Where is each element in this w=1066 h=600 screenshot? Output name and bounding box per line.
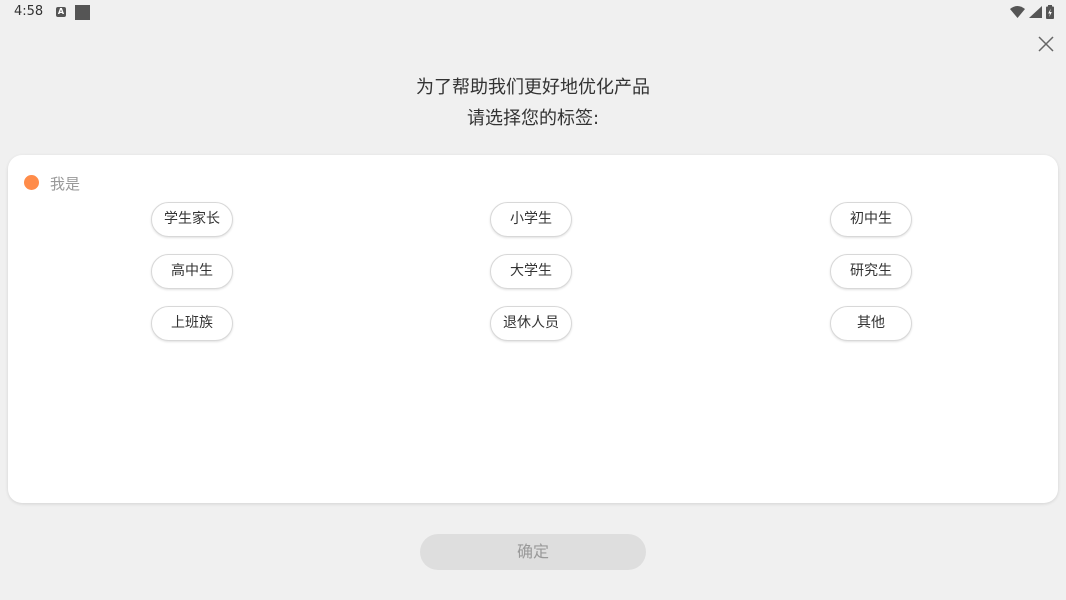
tag-option-retiree[interactable]: 退休人员 [490,306,572,341]
tag-option-graduate-student[interactable]: 研究生 [830,254,912,289]
survey-heading: 为了帮助我们更好地优化产品 请选择您的标签: [0,72,1066,134]
a-notification-icon: A [56,7,66,17]
status-bar: 4:58 A [0,0,1066,24]
tag-option-parent[interactable]: 学生家长 [151,202,233,237]
close-button[interactable] [1036,34,1056,54]
tag-option-other[interactable]: 其他 [830,306,912,341]
status-right-icons [1010,5,1054,19]
tag-option-middle-school-student[interactable]: 初中生 [830,202,912,237]
wifi-icon [1010,6,1025,18]
tag-option-office-worker[interactable]: 上班族 [151,306,233,341]
tag-option-high-school-student[interactable]: 高中生 [151,254,233,289]
section-label: 我是 [50,175,81,193]
square-notification-icon [75,5,90,20]
heading-line-1: 为了帮助我们更好地优化产品 [416,77,650,98]
confirm-button[interactable]: 确定 [420,534,646,570]
battery-icon [1046,5,1054,19]
status-time: 4:58 [14,4,44,19]
tag-selection-card: 我是 学生家长 小学生 初中生 高中生 大学生 研究生 上班族 退休人员 其他 [8,155,1058,503]
section-indicator-dot [24,175,39,190]
tag-option-college-student[interactable]: 大学生 [490,254,572,289]
tag-option-primary-student[interactable]: 小学生 [490,202,572,237]
close-icon [1038,36,1054,52]
heading-line-2: 请选择您的标签: [466,108,600,129]
signal-icon [1029,6,1042,18]
